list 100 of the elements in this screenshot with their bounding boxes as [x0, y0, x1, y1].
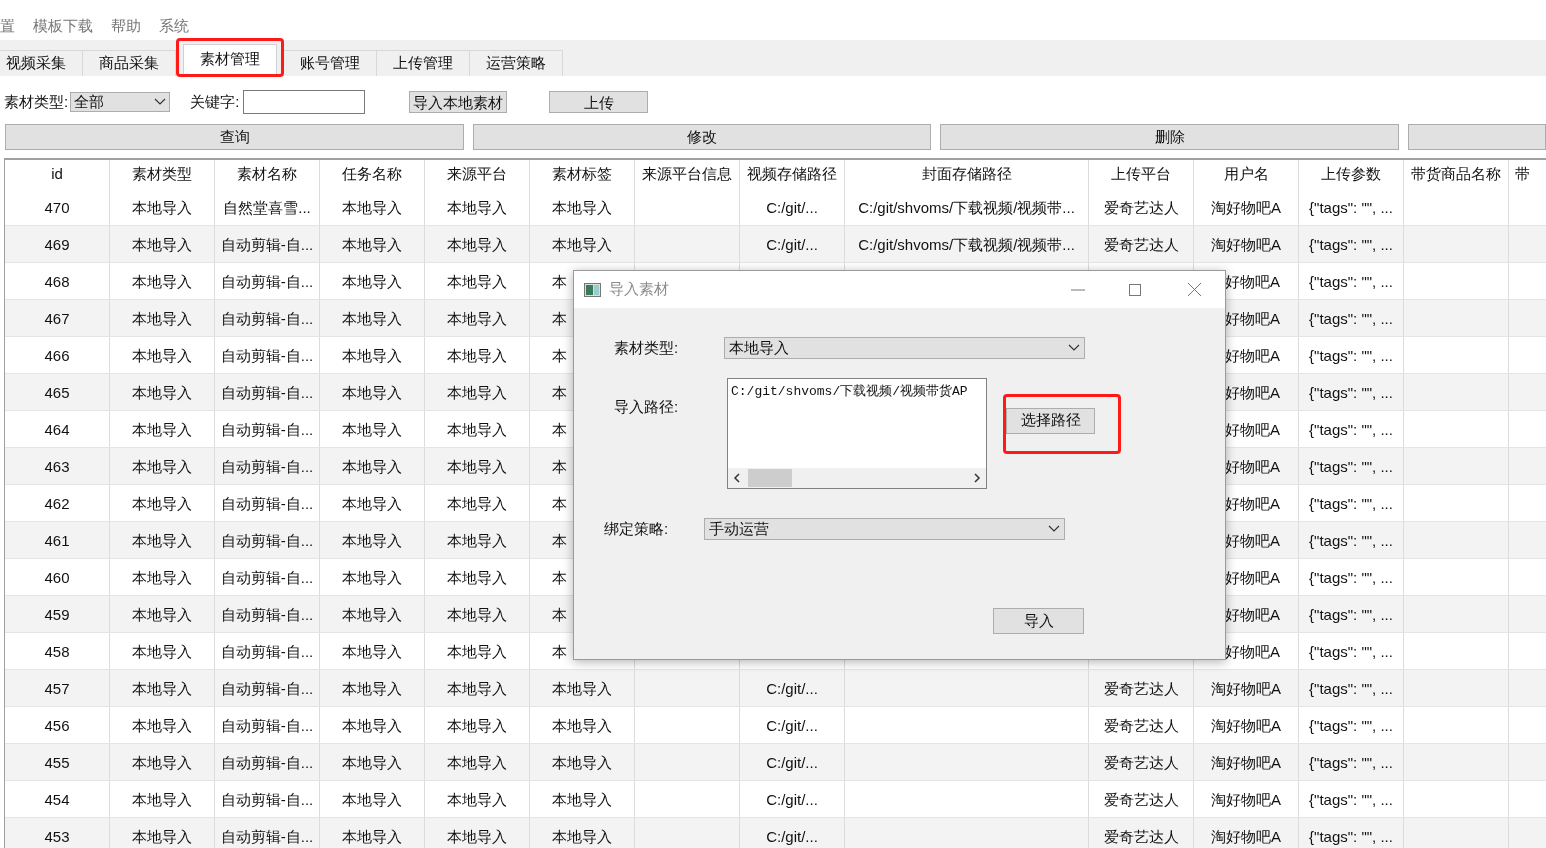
table-cell: 自动剪辑-自... [220, 605, 314, 623]
table-cell: {"tags": "", ... [1309, 272, 1393, 290]
table-cell: 自动剪辑-自... [220, 457, 314, 475]
table-cell: 本地导入 [342, 309, 402, 327]
tab[interactable]: 素材管理 [183, 44, 277, 74]
dropdown-caret-icon [154, 98, 167, 106]
maximize-icon[interactable] [1129, 283, 1141, 296]
dropdown-caret-icon [1048, 524, 1060, 533]
table-cell: 本地导入 [447, 198, 507, 216]
table-cell: 本地导入 [132, 753, 192, 771]
toolbar-button[interactable]: 修改 [473, 124, 932, 150]
toolbar-button[interactable]: 删除 [940, 124, 1399, 150]
menu-item[interactable]: 模板下载 [33, 14, 93, 38]
table-cell: 自动剪辑-自... [220, 716, 314, 734]
table-cell: {"tags": "", ... [1309, 753, 1393, 771]
table-cell: 本地导入 [132, 531, 192, 549]
table-cell: 本地导入 [132, 679, 192, 697]
table-cell: 本地导入 [132, 420, 192, 438]
close-icon[interactable] [1188, 283, 1201, 296]
column-header: 素材名称 [237, 164, 297, 185]
table-cell: 本地导入 [132, 790, 192, 808]
table-cell: 462 [44, 494, 70, 512]
table-cell: 自动剪辑-自... [220, 679, 314, 697]
table-cell: 本地导入 [342, 420, 402, 438]
table-cell: 本地导入 [447, 568, 507, 586]
table-cell: 本地导入 [132, 309, 192, 327]
table-cell: {"tags": "", ... [1309, 457, 1393, 475]
column-header: 封面存储路径 [921, 164, 1012, 185]
table-cell: 本 [552, 642, 567, 660]
table-cell: 好物吧A [1225, 383, 1280, 401]
scrollbar-thumb[interactable] [748, 468, 792, 487]
table-cell: 本地导入 [342, 716, 402, 734]
table-cell: 爱奇艺达人 [1103, 753, 1179, 771]
table-cell: C:/git/... [766, 235, 818, 253]
table-cell: {"tags": "", ... [1309, 198, 1393, 216]
table-cell: 自动剪辑-自... [220, 642, 314, 660]
toolbar-button[interactable]: 导入本地素材 [409, 91, 508, 113]
table-cell: 本地导入 [447, 605, 507, 623]
table-cell: 本地导入 [552, 827, 612, 845]
table-cell: 本地导入 [447, 679, 507, 697]
table-cell: C:/git/... [766, 827, 818, 845]
table-cell: 好物吧A [1225, 531, 1280, 549]
column-header: 来源平台 [447, 164, 507, 185]
path-text-area[interactable]: C:/git/shvoms/下载视频/视频带货AP [727, 377, 987, 489]
strategy-dropdown[interactable]: 手动运营 [704, 517, 1065, 540]
type-dropdown[interactable]: 本地导入 [724, 337, 1085, 360]
table-cell: C:/git/... [766, 753, 818, 771]
choose-path-button[interactable]: 选择路径 [1006, 407, 1095, 434]
tab[interactable]: 账号管理 [284, 50, 377, 76]
field-label: 导入路径: [614, 396, 680, 417]
table-cell: {"tags": "", ... [1309, 679, 1393, 697]
table-cell: 本地导入 [342, 198, 402, 216]
scroll-left-icon[interactable] [733, 472, 740, 483]
table-cell: 463 [44, 457, 70, 475]
table-cell: 本地导入 [132, 346, 192, 364]
menu-item[interactable]: 系统 [159, 14, 189, 38]
table-cell: 爱奇艺达人 [1103, 716, 1179, 734]
table-cell: 本地导入 [447, 309, 507, 327]
menu-item[interactable]: 置 [0, 14, 15, 38]
table-cell: 本地导入 [132, 494, 192, 512]
tab[interactable]: 商品采集 [83, 50, 176, 76]
column-header: 带 [1515, 164, 1530, 185]
table-cell: 461 [44, 531, 70, 549]
table-cell: C:/git/shvoms/下载视频/视频带... [858, 198, 1075, 216]
table-cell: 好物吧A [1225, 346, 1280, 364]
table-cell: 456 [44, 716, 70, 734]
table-cell: 本地导入 [447, 235, 507, 253]
table-cell: {"tags": "", ... [1309, 531, 1393, 549]
table-cell: 本地导入 [132, 605, 192, 623]
toolbar-button[interactable]: 上传 [549, 91, 649, 113]
field-label: 素材类型: [614, 338, 680, 358]
scroll-right-icon[interactable] [974, 472, 981, 483]
table-cell: 本地导入 [132, 272, 192, 290]
table-cell: 本地导入 [342, 272, 402, 290]
type-dropdown[interactable]: 全部 [70, 92, 171, 112]
tab[interactable]: 上传管理 [377, 50, 470, 76]
table-cell: 460 [44, 568, 70, 586]
table-cell: {"tags": "", ... [1309, 383, 1393, 401]
table-cell: 本地导入 [447, 753, 507, 771]
table-cell: 本地导入 [132, 568, 192, 586]
table-cell: {"tags": "", ... [1309, 346, 1393, 364]
table-cell: 自动剪辑-自... [220, 790, 314, 808]
table-cell: 本地导入 [342, 827, 402, 845]
menu-item[interactable]: 帮助 [111, 14, 141, 38]
table-cell: 自动剪辑-自... [220, 420, 314, 438]
horizontal-scrollbar[interactable] [728, 467, 986, 488]
table-cell: 本地导入 [447, 827, 507, 845]
tab[interactable]: 运营策略 [470, 50, 563, 76]
import-button[interactable]: 导入 [993, 608, 1084, 634]
table-cell: {"tags": "", ... [1309, 716, 1393, 734]
table-cell: 本地导入 [552, 716, 612, 734]
keyword-field[interactable] [243, 90, 366, 114]
toolbar-button[interactable]: 查询 [5, 124, 465, 150]
table-cell: 459 [44, 605, 70, 623]
table-cell: {"tags": "", ... [1309, 494, 1393, 512]
table-cell: 本地导入 [552, 790, 612, 808]
table-cell: 453 [44, 827, 70, 845]
table-cell: 淘好物吧A [1211, 716, 1281, 734]
table-cell: 本地导入 [447, 790, 507, 808]
tab[interactable]: 视频采集 [0, 50, 83, 76]
